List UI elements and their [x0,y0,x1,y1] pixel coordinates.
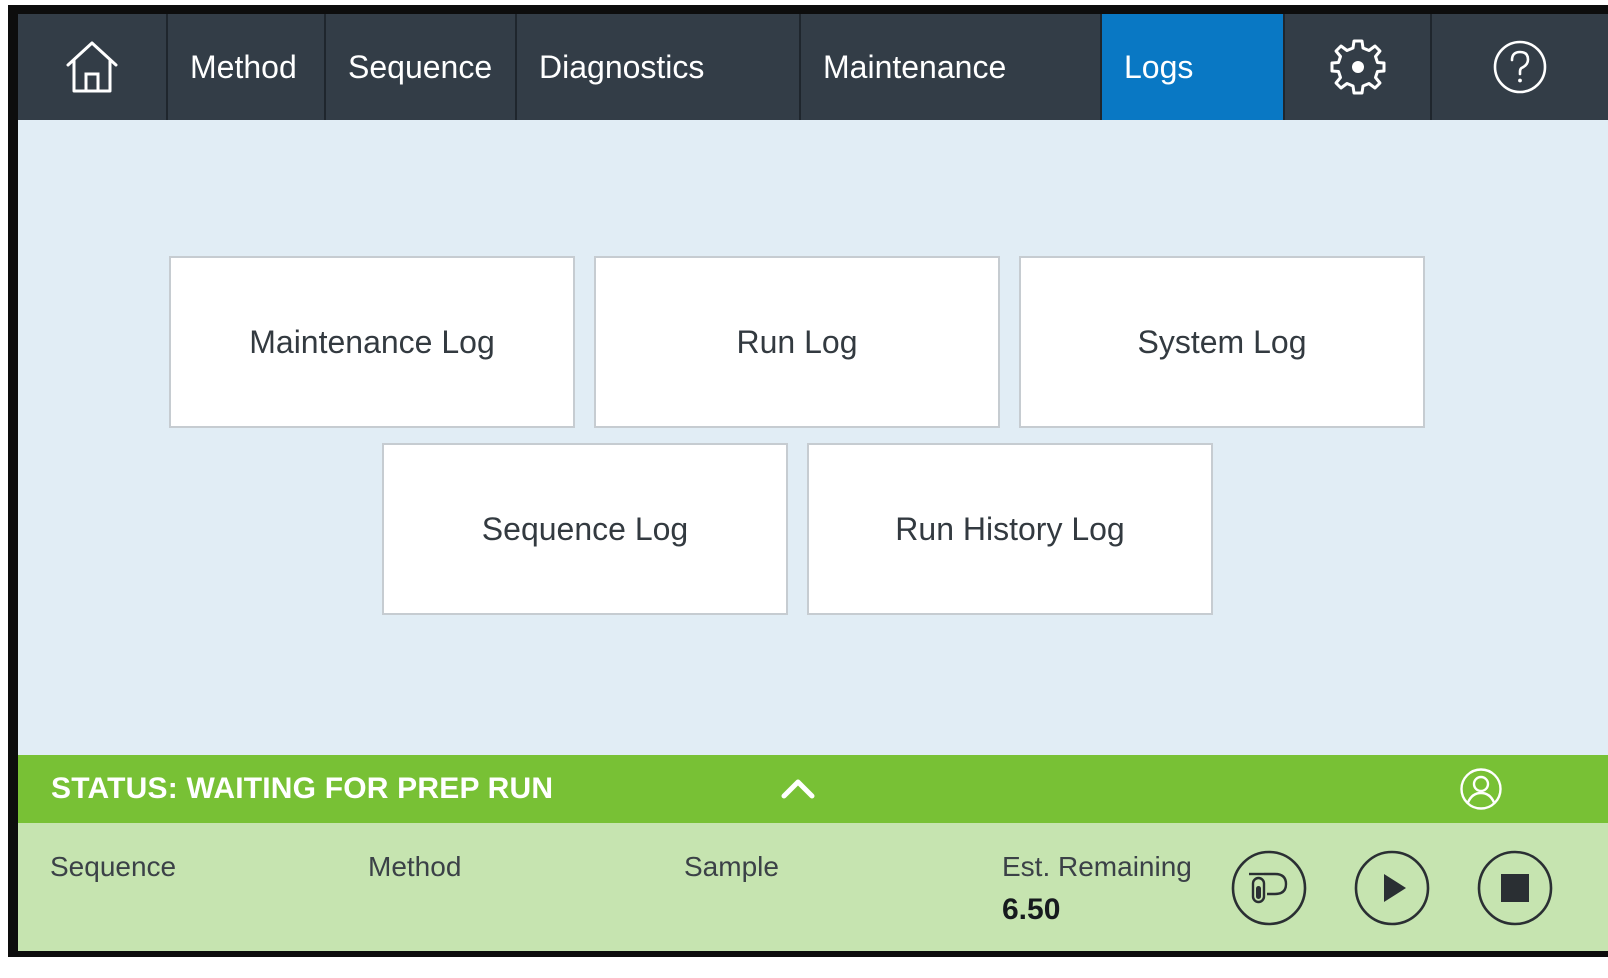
tab-diagnostics-label: Diagnostics [539,48,705,85]
tab-logs-label: Logs [1124,48,1194,85]
user-button[interactable] [1459,767,1503,811]
play-icon [1354,850,1430,926]
tab-diagnostics[interactable]: Diagnostics [517,14,801,120]
app-screen: Method Sequence Diagnostics Maintenance … [18,14,1608,951]
device-frame: Method Sequence Diagnostics Maintenance … [8,5,1608,957]
sample-info-label: Sample [684,851,779,882]
sequence-log-label: Sequence Log [481,510,689,547]
status-text: STATUS: WAITING FOR PREP RUN [51,772,554,805]
sequence-info-label: Sequence [50,851,177,882]
tab-method-label: Method [190,48,297,85]
top-nav: Method Sequence Diagnostics Maintenance … [18,14,1608,120]
tab-method[interactable]: Method [168,14,326,120]
user-icon [1460,768,1502,810]
play-button[interactable] [1354,850,1430,926]
maintenance-log-button[interactable]: Maintenance Log [169,256,575,428]
chevron-up-icon [781,779,815,799]
maintenance-log-label: Maintenance Log [249,323,495,360]
tab-sequence-label: Sequence [348,48,493,85]
stop-icon [1477,850,1553,926]
status-expand-button[interactable] [778,769,818,809]
tab-maintenance[interactable]: Maintenance [801,14,1102,120]
run-info-bar: Sequence Method Sample Est. Remaining 6.… [18,823,1608,951]
est-remaining-value: 6.50 [1002,893,1061,926]
run-history-log-label: Run History Log [895,510,1125,547]
stop-button[interactable] [1477,850,1553,926]
prep-button[interactable] [1231,850,1307,926]
system-log-label: System Log [1137,323,1307,360]
settings-button[interactable] [1285,14,1432,120]
run-log-label: Run Log [736,323,858,360]
sequence-log-button[interactable]: Sequence Log [382,443,788,615]
tab-logs[interactable]: Logs [1102,14,1285,120]
help-icon [1493,40,1547,94]
tab-maintenance-label: Maintenance [823,48,1007,85]
run-log-button[interactable]: Run Log [594,256,1000,428]
system-log-button[interactable]: System Log [1019,256,1425,428]
gear-icon [1330,39,1385,95]
status-bar: STATUS: WAITING FOR PREP RUN [18,755,1608,823]
run-history-log-button[interactable]: Run History Log [807,443,1213,615]
home-icon [66,41,118,93]
home-button[interactable] [18,14,168,120]
tab-sequence[interactable]: Sequence [326,14,517,120]
help-button[interactable] [1432,14,1608,120]
prep-icon [1231,850,1307,926]
method-info-label: Method [368,851,462,882]
est-remaining-label: Est. Remaining [1002,851,1192,882]
